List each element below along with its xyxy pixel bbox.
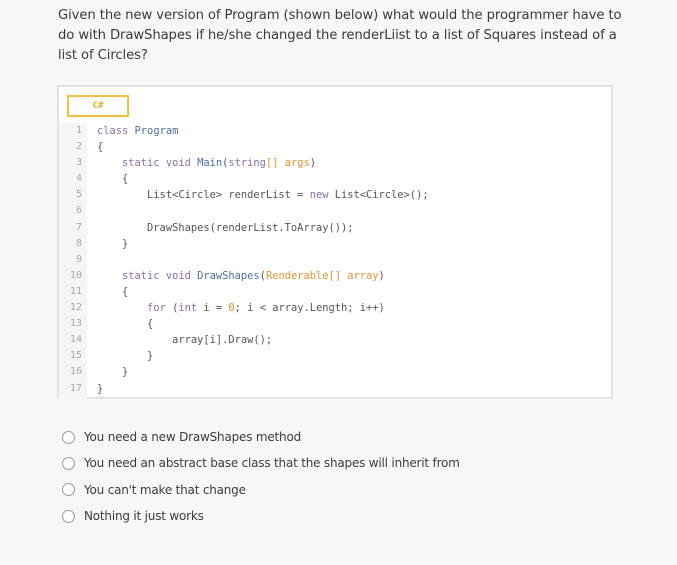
line-number: 7	[75, 221, 82, 233]
radio-button-icon[interactable]	[62, 456, 75, 470]
answer-label: Nothing it just works	[84, 509, 204, 524]
code-token: Renderable[] array	[265, 269, 379, 282]
code-token: {	[97, 141, 104, 154]
code-text: class Program	[97, 123, 178, 139]
code-text: array[i].Draw();	[97, 332, 272, 348]
code-line: 17}	[59, 381, 611, 397]
code-line: 3 static void Main(string[] args)	[59, 155, 611, 171]
code-line: 7 DrawShapes(renderList.ToArray());	[59, 220, 611, 236]
code-text: static void Main(string[] args)	[97, 155, 316, 171]
code-line: 5 List<Circle> renderList = new List<Cir…	[59, 187, 611, 203]
line-number: 3	[75, 157, 82, 169]
code-token: {	[97, 173, 129, 186]
code-line: 13 {	[59, 316, 611, 332]
question-text: Given the new version of Program (shown …	[58, 8, 622, 63]
code-token: DrawShapes(renderList.ToArray());	[97, 221, 354, 234]
code-token: (	[165, 302, 179, 315]
line-number: 5	[75, 189, 82, 201]
line-number: 13	[69, 318, 82, 330]
code-token: ; i < array.Length; i++)	[234, 302, 385, 315]
code-line: 9	[59, 252, 611, 268]
code-text: {	[97, 316, 153, 332]
line-number: 16	[69, 366, 82, 378]
code-token: Program	[134, 125, 179, 137]
line-number: 12	[69, 302, 82, 314]
code-token: new	[309, 189, 329, 202]
code-text: static void DrawShapes(Renderable[] arra…	[97, 268, 385, 284]
code-token: List<Circle> renderList =	[97, 189, 310, 202]
line-number: 11	[69, 285, 82, 297]
code-line: 10 static void DrawShapes(Renderable[] a…	[59, 268, 611, 284]
answer-label: You need a new DrawShapes method	[84, 430, 302, 445]
code-line: 14 array[i].Draw();	[59, 332, 611, 348]
code-text: }	[97, 381, 103, 397]
code-token: string	[228, 157, 266, 170]
code-text: for (int i = 0; i < array.Length; i++)	[97, 300, 385, 316]
line-number: 4	[75, 173, 82, 185]
code-token: {	[97, 318, 154, 331]
code-line: 4 {	[59, 171, 611, 187]
code-token: i =	[197, 302, 229, 315]
answer-label: You can't make that change	[84, 482, 246, 497]
code-line: 1 class Program	[59, 123, 611, 139]
code-line: 2{	[59, 139, 611, 155]
line-number: 14	[69, 334, 82, 346]
code-token: [] args	[265, 157, 310, 170]
code-text: }	[97, 364, 128, 380]
line-number: 8	[75, 237, 82, 249]
code-token: )	[378, 269, 385, 282]
radio-button-icon[interactable]	[62, 483, 75, 497]
code-token: int	[178, 302, 198, 315]
code-text: }	[97, 236, 128, 252]
answer-options: You need a new DrawShapes method You nee…	[62, 424, 460, 529]
code-text: {	[97, 171, 128, 187]
line-number: 2	[75, 141, 82, 153]
code-token: }	[97, 382, 104, 395]
code-token: {	[97, 285, 129, 298]
line-number: 9	[75, 253, 82, 265]
code-area: 1 class Program 2{3 static void Main(strin…	[59, 123, 611, 399]
code-line: 11 {	[59, 284, 611, 300]
code-token: array[i].Draw();	[97, 334, 273, 347]
code-line: 8 }	[59, 236, 611, 252]
code-line: 12 for (int i = 0; i < array.Length; i++…	[59, 300, 611, 316]
code-token: }	[97, 237, 129, 250]
code-token: class	[97, 125, 135, 137]
code-lines: 1 class Program 2{3 static void Main(strin…	[59, 123, 611, 397]
code-text: List<Circle> renderList = new List<Circl…	[97, 187, 429, 203]
code-token: }	[97, 366, 129, 379]
code-token: }	[97, 350, 154, 363]
code-line: 15 }	[59, 348, 611, 364]
code-line: 6	[59, 203, 611, 219]
radio-button-icon[interactable]	[62, 509, 75, 523]
code-token: List<Circle>();	[328, 189, 429, 202]
code-text: }	[97, 348, 153, 364]
code-text: {	[97, 139, 103, 155]
code-token: static void	[122, 157, 198, 170]
language-tab[interactable]: C#	[67, 95, 129, 117]
code-token: static void	[122, 269, 198, 282]
answer-option[interactable]: You need a new DrawShapes method	[62, 424, 460, 450]
line-number: 17	[69, 382, 82, 394]
code-token: DrawShapes	[197, 269, 260, 282]
answer-option[interactable]: Nothing it just works	[62, 503, 460, 529]
line-number: 10	[69, 269, 82, 281]
code-text: DrawShapes(renderList.ToArray());	[97, 220, 353, 236]
code-token: for	[147, 302, 166, 315]
radio-button-icon[interactable]	[62, 430, 75, 444]
answer-option[interactable]: You can't make that change	[62, 477, 460, 503]
line-number: 1	[75, 125, 82, 136]
code-token: Main	[197, 157, 223, 170]
code-line: 16 }	[59, 364, 611, 380]
line-number: 15	[69, 350, 82, 362]
code-text: {	[97, 284, 128, 300]
answer-label: You need an abstract base class that the…	[84, 456, 460, 471]
code-block: C# 1 class Program 2{3 static void Main(st…	[57, 85, 613, 399]
answer-option[interactable]: You need an abstract base class that the…	[62, 450, 460, 476]
line-number: 6	[75, 205, 82, 217]
code-token: )	[309, 157, 317, 170]
